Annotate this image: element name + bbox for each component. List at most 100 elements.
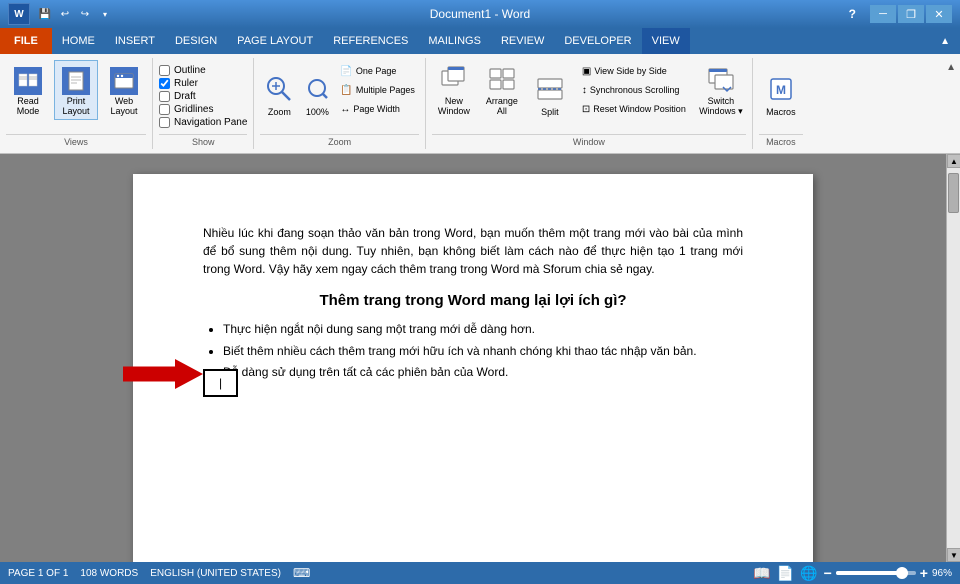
zoom-group-label: Zoom <box>260 134 419 147</box>
views-group: ReadMode PrintLayout WebLayout Views <box>0 58 153 149</box>
multiple-pages-button[interactable]: 📋 Multiple Pages <box>336 82 419 99</box>
minimize-button[interactable]: ─ <box>870 5 896 23</box>
macros-group: M Macros Macros <box>753 58 809 149</box>
undo-quick-btn[interactable]: ↩ <box>56 5 74 23</box>
zoom-percent-status: 96% <box>932 568 952 579</box>
new-window-button[interactable]: NewWindow <box>432 60 476 120</box>
outline-checkbox[interactable]: Outline <box>159 64 206 77</box>
menu-developer[interactable]: DEVELOPER <box>554 28 641 54</box>
show-group-label: Show <box>159 134 247 147</box>
zoom-slider-area: − + 96% <box>824 565 952 581</box>
gridlines-check[interactable] <box>159 104 170 115</box>
close-button[interactable]: ✕ <box>926 5 952 23</box>
zoom-minus-button[interactable]: − <box>824 565 832 581</box>
arrange-all-icon <box>486 63 518 95</box>
reset-window-position-button[interactable]: ⊡ Reset Window Position <box>578 101 690 118</box>
draft-check[interactable] <box>159 91 170 102</box>
web-layout-icon <box>110 67 138 95</box>
zoom-percent-icon <box>305 75 329 107</box>
page-width-button[interactable]: ↔ Page Width <box>336 101 419 118</box>
cursor-box: | <box>203 369 238 397</box>
list-item: Thực hiện ngắt nội dung sang một trang m… <box>223 319 743 341</box>
save-quick-btn[interactable]: 💾 <box>36 5 54 23</box>
menu-bar: FILE HOME INSERT DESIGN PAGE LAYOUT REFE… <box>0 28 960 54</box>
macros-label: Macros <box>766 107 796 117</box>
new-window-icon <box>438 63 470 95</box>
keyboard-icon: ⌨ <box>293 566 310 580</box>
menu-mailings[interactable]: MAILINGS <box>418 28 491 54</box>
restore-button[interactable]: ❐ <box>898 5 924 23</box>
menu-design[interactable]: DESIGN <box>165 28 227 54</box>
status-bar: PAGE 1 OF 1 108 WORDS ENGLISH (UNITED ST… <box>0 562 960 584</box>
views-group-label: Views <box>6 134 146 147</box>
switch-windows-button[interactable]: SwitchWindows ▾ <box>696 60 746 120</box>
word-icon: W <box>8 3 30 25</box>
web-layout-button[interactable]: WebLayout <box>102 60 146 120</box>
zoom-button[interactable]: Zoom <box>260 60 298 120</box>
sync-scroll-icon: ↕ <box>582 85 587 96</box>
vertical-scrollbar[interactable]: ▲ ▼ <box>946 154 960 562</box>
views-group-content: ReadMode PrintLayout WebLayout <box>6 60 146 134</box>
document-container: | Nhiều lúc khi đang soạn thảo văn bản t… <box>0 154 960 562</box>
multiple-pages-icon: 📋 <box>340 85 352 96</box>
view-side-by-side-icon: ▣ <box>582 66 591 77</box>
help-button[interactable]: ? <box>849 7 856 21</box>
scroll-down-button[interactable]: ▼ <box>947 548 960 562</box>
macros-button[interactable]: M Macros <box>759 60 803 120</box>
scroll-track[interactable] <box>947 168 960 548</box>
switch-windows-icon <box>705 63 737 95</box>
split-button[interactable]: Split <box>528 60 572 120</box>
reset-window-icon: ⊡ <box>582 104 590 115</box>
synchronous-scrolling-button[interactable]: ↕ Synchronous Scrolling <box>578 82 690 99</box>
status-read-mode-btn[interactable]: 📖 <box>753 565 770 582</box>
menu-view[interactable]: VIEW <box>642 28 690 54</box>
menu-insert[interactable]: INSERT <box>105 28 165 54</box>
menu-file[interactable]: FILE <box>0 28 52 54</box>
arrange-all-button[interactable]: ArrangeAll <box>480 60 524 120</box>
read-mode-button[interactable]: ReadMode <box>6 60 50 120</box>
window-group-content: NewWindow ArrangeAll Split <box>432 60 746 134</box>
document-page: | Nhiều lúc khi đang soạn thảo văn bản t… <box>133 174 813 562</box>
status-print-layout-btn[interactable]: 📄 <box>777 565 794 582</box>
zoom-icon <box>263 73 295 105</box>
scroll-up-button[interactable]: ▲ <box>947 154 960 168</box>
document-scroll[interactable]: | Nhiều lúc khi đang soạn thảo văn bản t… <box>0 154 946 562</box>
menu-references[interactable]: REFERENCES <box>323 28 418 54</box>
macros-icon: M <box>765 73 797 105</box>
view-side-by-side-button[interactable]: ▣ View Side by Side <box>578 63 690 80</box>
one-page-icon: 📄 <box>340 66 352 77</box>
macros-group-label: Macros <box>759 134 803 147</box>
status-web-layout-btn[interactable]: 🌐 <box>800 565 817 582</box>
title-bar-left: W 💾 ↩ ↪ ▾ <box>8 3 114 25</box>
gridlines-checkbox[interactable]: Gridlines <box>159 103 213 116</box>
page-width-icon: ↔ <box>340 104 350 115</box>
zoom-slider[interactable] <box>836 571 916 575</box>
menu-expand[interactable]: ▲ <box>930 28 960 54</box>
read-mode-icon <box>14 67 42 95</box>
draft-checkbox[interactable]: Draft <box>159 90 196 103</box>
menu-page-layout[interactable]: PAGE LAYOUT <box>227 28 323 54</box>
one-page-button[interactable]: 📄 One Page <box>336 63 419 80</box>
ruler-checkbox[interactable]: Ruler <box>159 77 198 90</box>
ruler-check[interactable] <box>159 78 170 89</box>
outline-check[interactable] <box>159 65 170 76</box>
ribbon-right: ▲ <box>946 58 960 149</box>
more-quick-btn[interactable]: ▾ <box>96 5 114 23</box>
scroll-thumb[interactable] <box>948 173 959 213</box>
print-layout-button[interactable]: PrintLayout <box>54 60 98 120</box>
zoom-percent-button[interactable]: 100% <box>302 60 332 120</box>
zoom-group: Zoom 100% 📄 One Page 📋 Multiple Pages <box>254 58 426 149</box>
menu-home[interactable]: HOME <box>52 28 105 54</box>
nav-pane-check[interactable] <box>159 117 170 128</box>
redo-quick-btn[interactable]: ↪ <box>76 5 94 23</box>
menu-review[interactable]: REVIEW <box>491 28 554 54</box>
zoom-label: Zoom <box>268 107 291 117</box>
split-icon <box>534 73 566 105</box>
ribbon: ReadMode PrintLayout WebLayout Views Out… <box>0 54 960 154</box>
nav-pane-checkbox[interactable]: Navigation Pane <box>159 116 247 129</box>
print-layout-icon <box>62 67 90 95</box>
web-layout-label: WebLayout <box>110 97 137 117</box>
ribbon-collapse-button[interactable]: ▲ <box>946 62 956 73</box>
zoom-plus-button[interactable]: + <box>920 565 928 581</box>
document-list: Thực hiện ngắt nội dung sang một trang m… <box>223 319 743 384</box>
